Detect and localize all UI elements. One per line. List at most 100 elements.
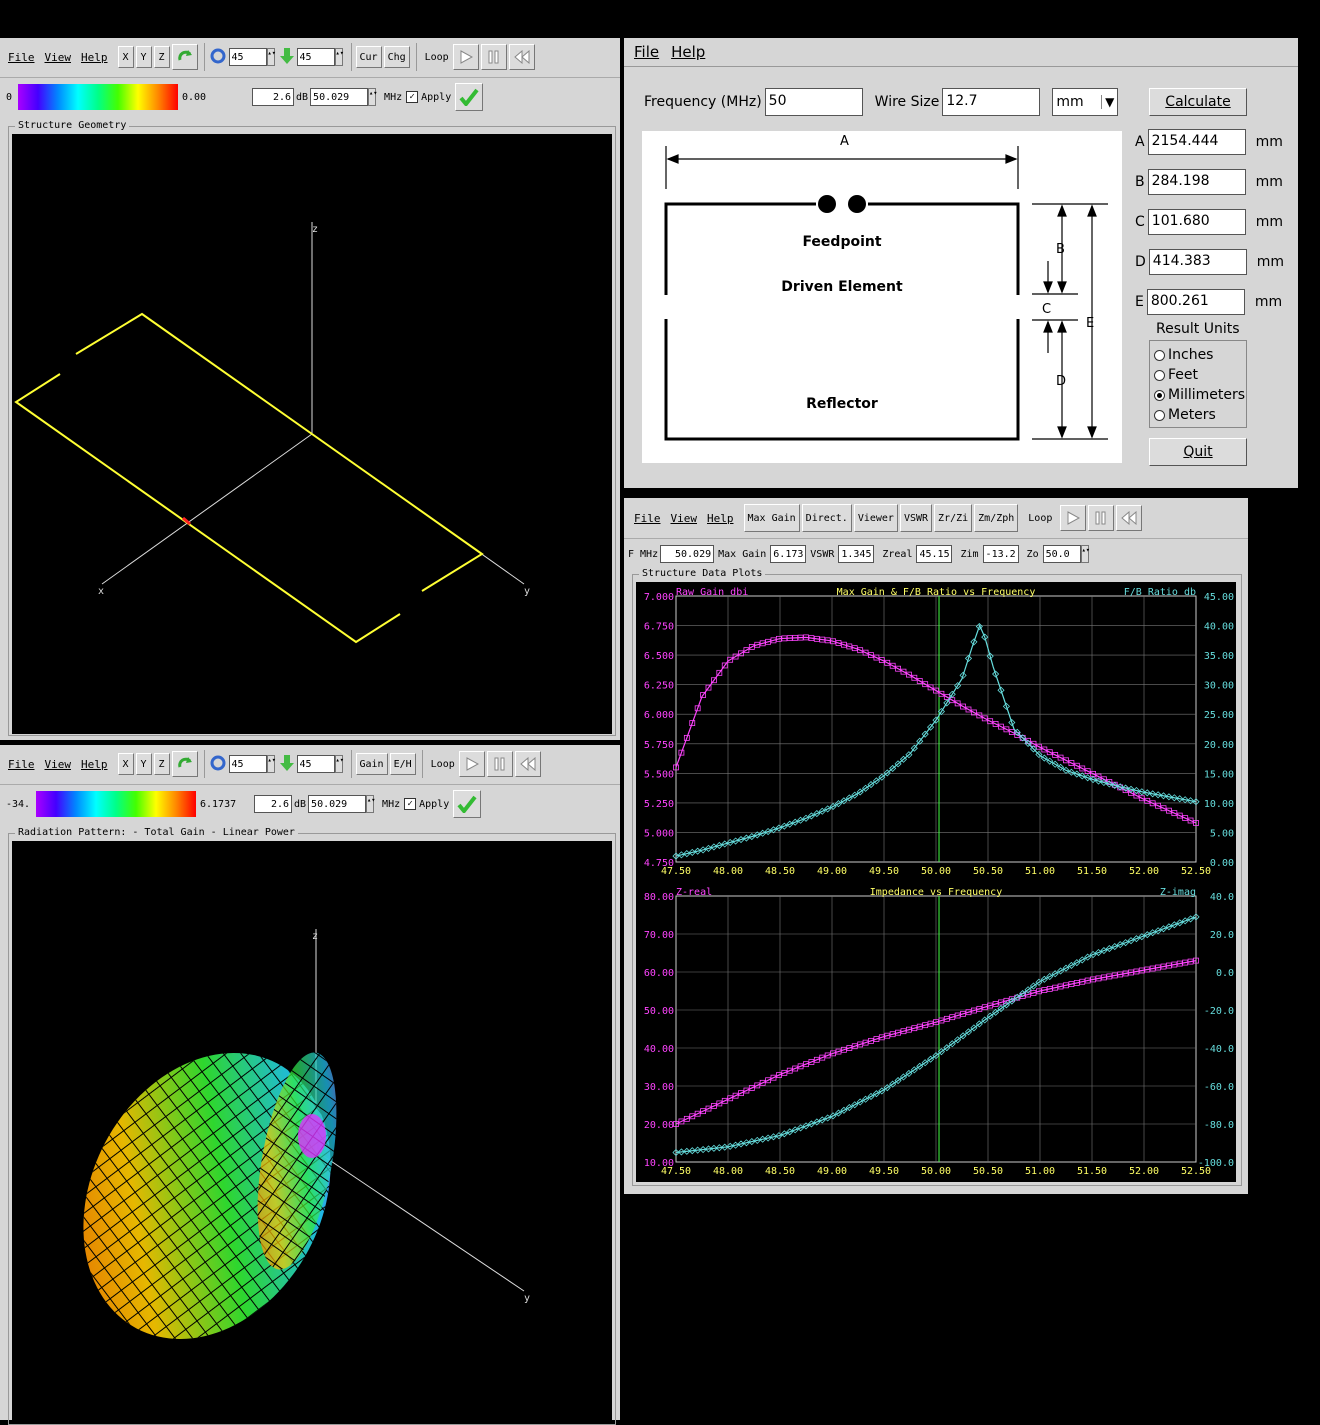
play-icon[interactable] [458, 751, 485, 777]
result-value[interactable]: 284.198 [1147, 169, 1246, 195]
cur-button[interactable]: Cur [355, 46, 382, 68]
unit-millimeters-option[interactable]: Millimeters [1154, 385, 1246, 405]
vswr-button[interactable]: VSWR [899, 504, 933, 532]
zim-value[interactable]: -13.2 [982, 545, 1019, 563]
menu-help[interactable]: Help [707, 512, 734, 525]
plots-readout-row: F MHz 50.029 Max Gain 6.173 VSWR 1.345 Z… [626, 544, 1093, 564]
down-arrow-icon[interactable] [279, 754, 295, 775]
result-value[interactable]: 414.383 [1148, 249, 1247, 275]
wire-unit-select[interactable]: mm ▼ [1052, 88, 1119, 116]
refresh-icon[interactable] [209, 47, 227, 68]
feedpoint-label: Feedpoint [802, 234, 881, 250]
menu-file[interactable]: File [8, 758, 35, 771]
refresh-icon[interactable] [209, 754, 227, 775]
view-z-button[interactable]: Z [153, 46, 170, 68]
view-z-button[interactable]: Z [153, 753, 170, 775]
menu-view[interactable]: View [45, 51, 72, 64]
db-input[interactable]: 2.6 [252, 88, 294, 106]
chg-button[interactable]: Chg [383, 46, 410, 68]
freq-spinner[interactable]: ▴▾ [368, 88, 377, 106]
reflector-element [664, 319, 1020, 441]
apply-check-icon[interactable] [453, 790, 482, 818]
menu-help[interactable]: Help [81, 758, 108, 771]
play-icon[interactable] [1060, 505, 1087, 531]
unit-inches-option[interactable]: Inches [1154, 345, 1246, 365]
play-icon[interactable] [452, 44, 479, 70]
wire-size-input[interactable]: 12.7 [942, 88, 1041, 116]
rotate-icon[interactable] [171, 751, 198, 777]
zo-spinner[interactable]: ▴▾ [1080, 545, 1090, 563]
pause-icon[interactable] [480, 44, 507, 70]
max-gain-button[interactable]: Max Gain [743, 504, 800, 532]
menu-file[interactable]: File [634, 43, 659, 61]
view-y-button[interactable]: Y [135, 753, 152, 775]
view-x-button[interactable]: X [117, 753, 134, 775]
radio-button[interactable] [1154, 349, 1165, 361]
menu-file[interactable]: File [634, 512, 661, 525]
menu-file[interactable]: File [8, 51, 35, 64]
db-input[interactable]: 2.6 [254, 795, 292, 813]
pattern-canvas[interactable]: z y [12, 841, 612, 1420]
rewind-icon[interactable] [1116, 505, 1143, 531]
radio-button[interactable] [1154, 369, 1165, 381]
db-label: dB [294, 798, 307, 810]
view-y-button[interactable]: Y [135, 46, 152, 68]
zm-zph-button[interactable]: Zm/Zph [974, 504, 1019, 532]
chevron-down-icon: ▼ [1101, 95, 1114, 109]
freq-spinner[interactable]: ▴▾ [366, 795, 375, 813]
y-left-tick-label: 6.250 [644, 681, 674, 692]
maxgain-value[interactable]: 6.173 [770, 545, 807, 563]
angle2-spinner[interactable]: ▴▾ [334, 48, 344, 66]
unit-feet-option[interactable]: Feet [1154, 365, 1246, 385]
angle1-spinner[interactable]: ▴▾ [266, 755, 276, 773]
eh-button[interactable]: E/H [389, 753, 416, 775]
gain-button[interactable]: Gain [355, 753, 388, 775]
rewind-icon[interactable] [514, 751, 541, 777]
freq-input[interactable]: 50.029 [310, 88, 369, 106]
freq-input[interactable]: 50.029 [308, 795, 367, 813]
result-value[interactable]: 101.680 [1147, 209, 1246, 235]
apply-check-icon[interactable] [455, 83, 484, 111]
angle2-input[interactable]: 45 [296, 48, 335, 66]
angle1-spinner[interactable]: ▴▾ [266, 48, 276, 66]
y-left-tick-label: 4.750 [644, 858, 674, 869]
menu-help[interactable]: Help [671, 43, 705, 61]
view-x-button[interactable]: X [117, 46, 134, 68]
menu-view[interactable]: View [45, 758, 72, 771]
angle2-input[interactable]: 45 [296, 755, 335, 773]
angle2-spinner[interactable]: ▴▾ [334, 755, 344, 773]
pause-icon[interactable] [486, 751, 513, 777]
angle1-input[interactable]: 45 [228, 48, 267, 66]
fmhz-value[interactable]: 50.029 [660, 545, 715, 563]
quit-button[interactable]: Quit [1149, 438, 1247, 466]
unit-label: Meters [1168, 407, 1216, 423]
zr-zi-button[interactable]: Zr/Zi [934, 504, 973, 532]
pause-icon[interactable] [1088, 505, 1115, 531]
angle1-input[interactable]: 45 [228, 755, 267, 773]
plots-svg: 47.50 48.00 48.50 49.00 49.50 50.00 50.50 51.00… [644, 587, 1234, 1177]
rotate-icon[interactable] [171, 44, 198, 70]
zreal-value[interactable]: 45.15 [916, 545, 953, 563]
unit-meters-option[interactable]: Meters [1154, 405, 1246, 425]
plots-canvas[interactable]: 47.50 48.00 48.50 49.00 49.50 50.00 50.50 51.00… [636, 582, 1236, 1182]
directivity-button[interactable]: Direct. [801, 504, 852, 532]
radio-button[interactable] [1154, 409, 1165, 421]
apply-checkbox[interactable]: ✓ [404, 798, 417, 810]
calculate-button[interactable]: Calculate [1149, 88, 1247, 116]
vswr-value[interactable]: 1.345 [838, 545, 875, 563]
y-right-tick-label: -40.0 [1204, 1044, 1234, 1055]
result-value[interactable]: 2154.444 [1147, 129, 1246, 155]
menu-view[interactable]: View [671, 512, 698, 525]
apply-checkbox[interactable]: ✓ [406, 91, 419, 103]
x-tick-label: 49.00 [817, 866, 847, 877]
result-value[interactable]: 800.261 [1146, 289, 1245, 315]
viewer-button[interactable]: Viewer [853, 504, 898, 532]
rewind-icon[interactable] [508, 44, 535, 70]
radio-button-selected[interactable] [1154, 389, 1165, 401]
structure-canvas[interactable]: z x y [12, 134, 612, 734]
menu-help[interactable]: Help [81, 51, 108, 64]
frequency-input[interactable]: 50 [764, 88, 863, 116]
x-tick-label: 48.50 [765, 866, 795, 877]
down-arrow-icon[interactable] [279, 47, 295, 68]
zo-value[interactable]: 50.0 [1042, 545, 1081, 563]
